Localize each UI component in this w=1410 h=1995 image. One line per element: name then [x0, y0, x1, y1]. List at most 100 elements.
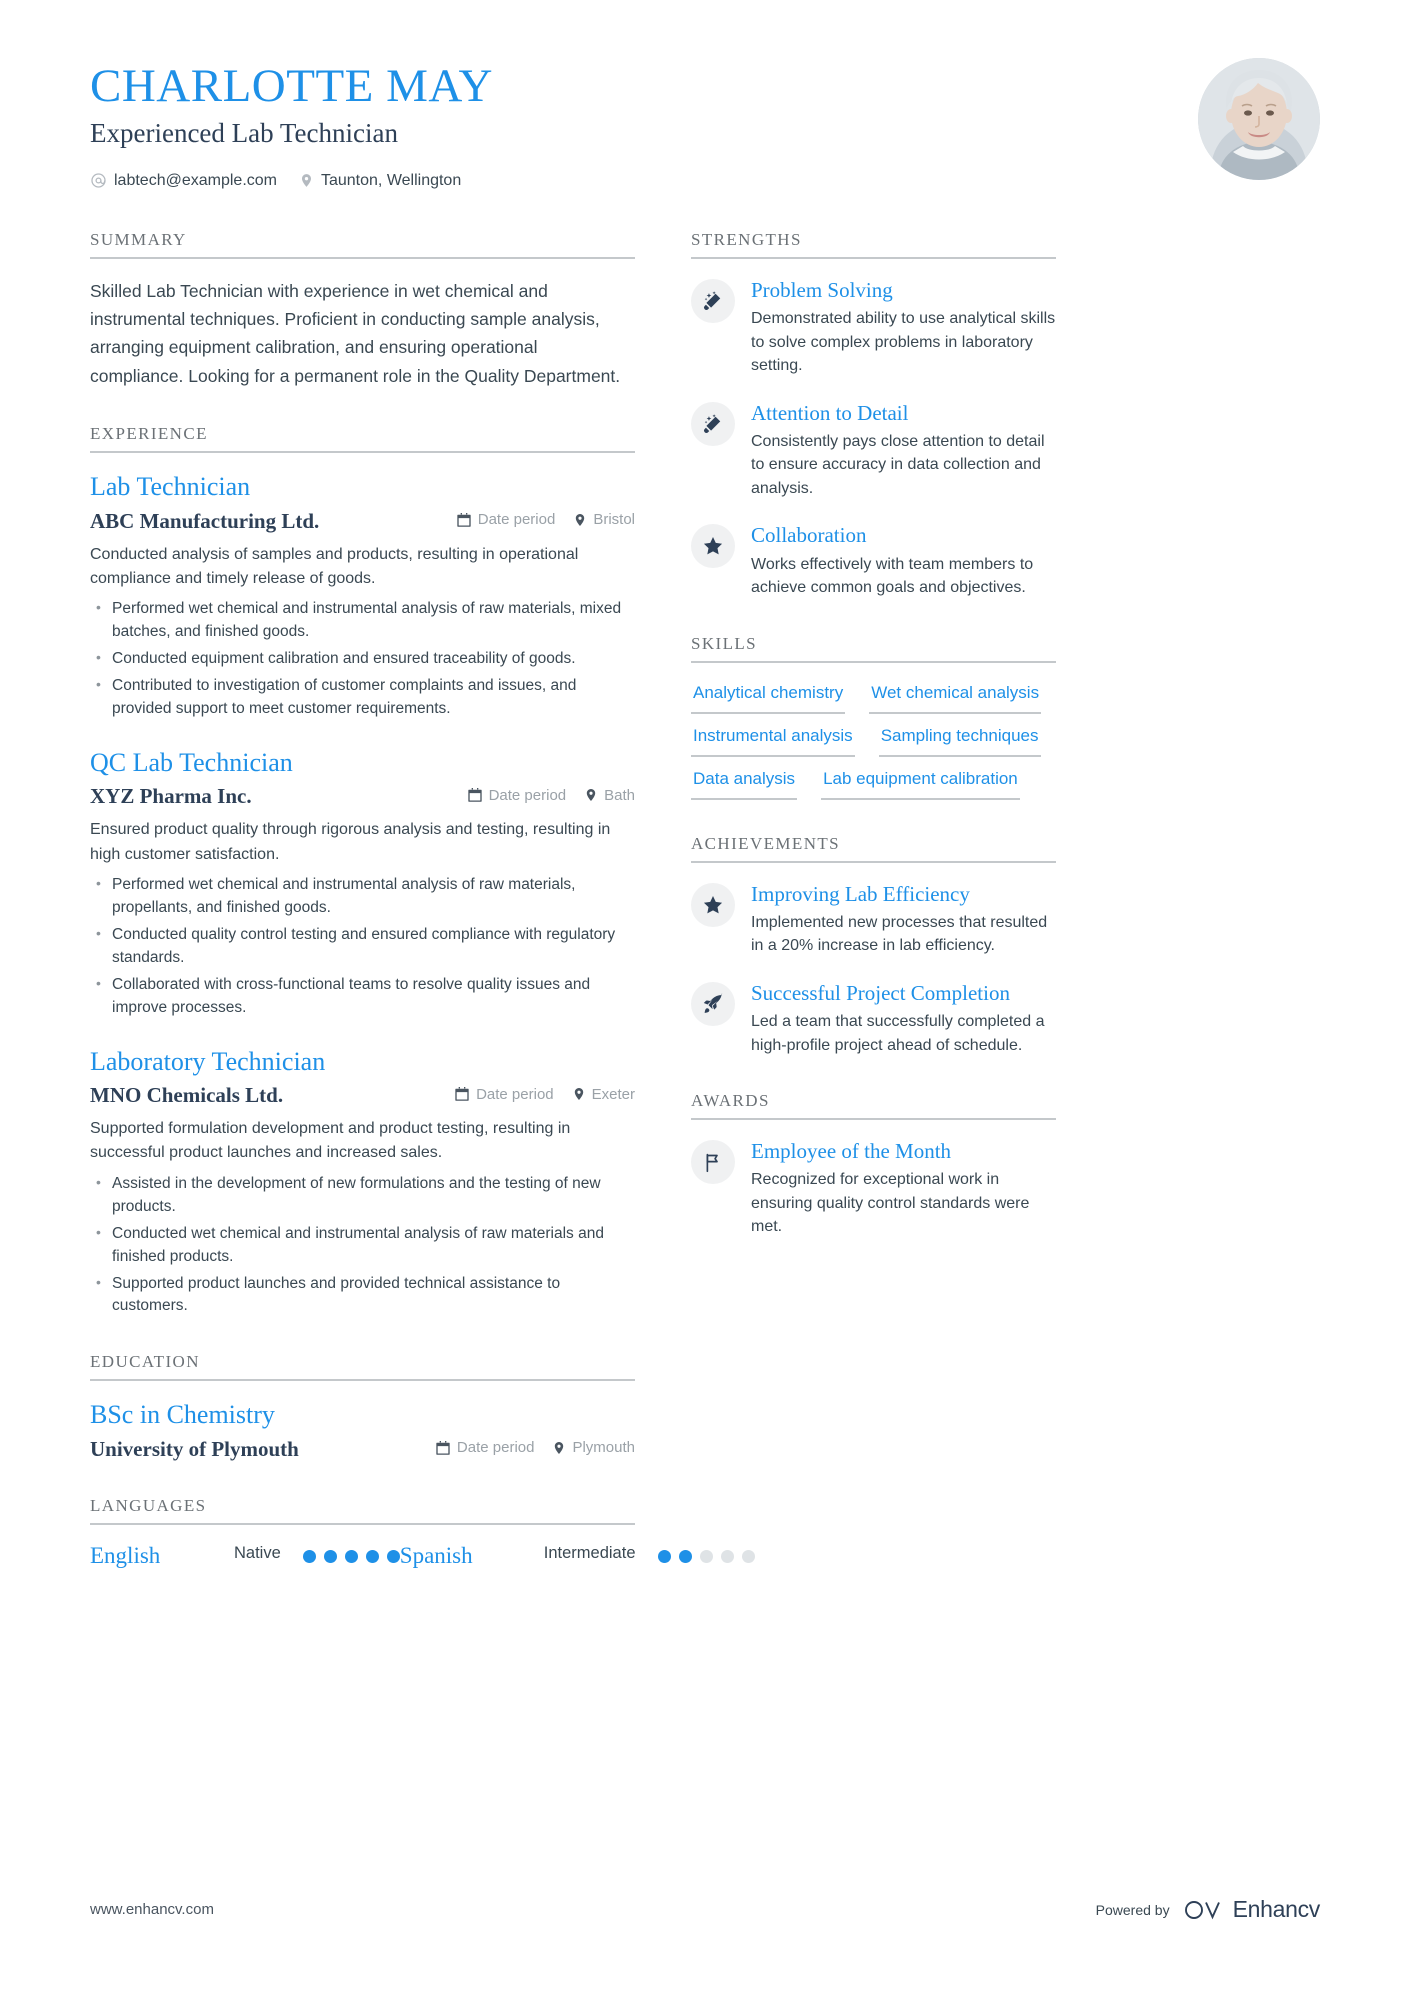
language-level: Native	[234, 1543, 281, 1562]
detail-entry-description: Works effectively with team members to a…	[751, 555, 1034, 597]
calendar-icon	[454, 1086, 470, 1102]
experience-meta: Date period Exeter	[454, 1086, 635, 1103]
experience-company: XYZ Pharma Inc.	[90, 784, 252, 809]
experience-company: MNO Chemicals Ltd.	[90, 1083, 284, 1108]
right-column: STRENGTHS Problem Solving Demonstrated a…	[691, 230, 1056, 1603]
skill-tag[interactable]: Instrumental analysis	[691, 724, 855, 757]
contact-email[interactable]: labtech@example.com	[90, 172, 277, 190]
education-meta: Date period Plymouth	[435, 1439, 635, 1456]
strengths-list: Problem Solving Demonstrated ability to …	[691, 259, 1056, 600]
experience-bullets: Performed wet chemical and instrumental …	[90, 597, 635, 721]
experience-role: Lab Technician	[90, 472, 251, 502]
experience-role: QC Lab Technician	[90, 747, 293, 777]
experience-location-text: Exeter	[591, 1085, 635, 1103]
contact-location: Taunton, Wellington	[299, 172, 461, 190]
left-column: SUMMARY Skilled Lab Technician with expe…	[90, 230, 755, 1603]
experience-bullet: Performed wet chemical and instrumental …	[90, 597, 635, 644]
section-languages: LANGUAGES English Native Spanish Interme…	[90, 1496, 755, 1569]
language-rating-dot	[657, 1549, 671, 1563]
avatar	[1198, 58, 1320, 180]
calendar-icon	[467, 787, 483, 803]
education-location-text: Plymouth	[572, 1439, 635, 1457]
map-pin-icon	[573, 512, 587, 528]
achievements-list: Improving Lab Efficiency Implemented new…	[691, 863, 1056, 1058]
detail-entry-body: Collaboration Works effectively with tea…	[751, 522, 1056, 599]
section-heading-languages: LANGUAGES	[90, 1496, 635, 1525]
skill-tag[interactable]: Lab equipment calibration	[821, 767, 1020, 800]
detail-entry-title: Employee of the Month	[751, 1139, 952, 1164]
detail-entry-body: Problem Solving Demonstrated ability to …	[751, 277, 1056, 378]
detail-entry-title: Successful Project Completion	[751, 980, 1010, 1005]
header-job-title: Experienced Lab Technician	[90, 118, 398, 149]
detail-entry: Problem Solving Demonstrated ability to …	[691, 277, 1056, 378]
skill-tag[interactable]: Wet chemical analysis	[869, 681, 1042, 714]
language-name: Spanish	[399, 1542, 473, 1568]
section-awards: AWARDS Employee of the Month Recognized …	[691, 1091, 1056, 1239]
experience-bullet: Performed wet chemical and instrumental …	[90, 873, 635, 920]
brand-logo: Enhancv	[1184, 1896, 1320, 1923]
education-date-text: Date period	[456, 1439, 535, 1457]
skill-tag[interactable]: Data analysis	[691, 767, 798, 800]
calendar-icon	[456, 512, 472, 528]
powered-by-label: Powered by	[1095, 1901, 1170, 1918]
language-rating-dot	[365, 1549, 379, 1563]
experience-company-line: XYZ Pharma Inc. Date period Bath	[90, 784, 635, 809]
education-degree: BSc in Chemistry	[90, 1400, 275, 1430]
section-strengths: STRENGTHS Problem Solving Demonstrated a…	[691, 230, 1056, 600]
skill-tag[interactable]: Analytical chemistry	[691, 681, 846, 714]
language-rating-dot	[302, 1549, 316, 1563]
map-pin-icon	[572, 1086, 586, 1102]
footer-brand-block: Powered by Enhancv	[1095, 1896, 1321, 1923]
experience-bullets: Performed wet chemical and instrumental …	[90, 873, 635, 1020]
experience-location: Bath	[584, 787, 635, 804]
education-list: BSc in Chemistry University of Plymouth …	[90, 1381, 635, 1462]
enhancv-logo-icon	[1184, 1897, 1224, 1923]
experience-description: Conducted analysis of samples and produc…	[90, 545, 579, 587]
language-name: English	[90, 1542, 161, 1568]
detail-entry-title: Collaboration	[751, 523, 867, 548]
detail-entry: Successful Project Completion Led a team…	[691, 980, 1056, 1057]
experience-role: Laboratory Technician	[90, 1046, 326, 1076]
brand-name: Enhancv	[1232, 1896, 1321, 1922]
section-heading-experience: EXPERIENCE	[90, 424, 635, 454]
page-footer: www.enhancv.com Powered by Enhancv	[90, 1896, 1320, 1923]
language-rating-dot	[386, 1549, 400, 1563]
detail-entry-description: Implemented new processes that resulted …	[751, 913, 1048, 955]
rocket-icon	[691, 981, 735, 1026]
section-summary: SUMMARY Skilled Lab Technician with expe…	[90, 230, 635, 390]
star-icon	[691, 882, 735, 927]
experience-date: Date period	[467, 786, 567, 804]
experience-bullet: Conducted wet chemical and instrumental …	[90, 1222, 635, 1269]
language-rating-dot	[344, 1549, 358, 1563]
experience-entry: QC Lab Technician XYZ Pharma Inc. Date p…	[90, 747, 635, 1020]
experience-location: Bristol	[573, 511, 635, 528]
magic-wand-icon	[691, 278, 735, 323]
footer-url[interactable]: www.enhancv.com	[90, 1901, 214, 1918]
summary-text: Skilled Lab Technician with experience i…	[90, 280, 621, 386]
language-rating-dot	[323, 1549, 337, 1563]
experience-date-text: Date period	[488, 786, 567, 804]
experience-entry: Lab Technician ABC Manufacturing Ltd. Da…	[90, 471, 635, 721]
magic-wand-icon	[691, 401, 735, 446]
experience-company: ABC Manufacturing Ltd.	[90, 508, 320, 533]
detail-entry-description: Recognized for exceptional work in ensur…	[751, 1171, 1030, 1236]
experience-entry: Laboratory Technician MNO Chemicals Ltd.…	[90, 1046, 635, 1319]
experience-meta: Date period Bristol	[456, 511, 635, 528]
section-heading-skills: SKILLS	[691, 634, 1056, 663]
detail-entry-description: Led a team that successfully completed a…	[751, 1013, 1045, 1054]
detail-entry-body: Successful Project Completion Led a team…	[751, 980, 1056, 1057]
contact-row: labtech@example.com Taunton, Wellington	[90, 172, 493, 190]
experience-location-text: Bristol	[593, 511, 635, 529]
experience-location: Exeter	[572, 1086, 635, 1103]
language-level: Intermediate	[543, 1543, 636, 1562]
languages-list: English Native Spanish Intermediate	[90, 1542, 755, 1569]
education-date: Date period	[435, 1439, 535, 1457]
section-heading-achievements: ACHIEVEMENTS	[691, 834, 1056, 863]
detail-entry-title: Improving Lab Efficiency	[751, 881, 970, 906]
experience-bullet: Collaborated with cross-functional teams…	[90, 973, 635, 1020]
detail-entry: Improving Lab Efficiency Implemented new…	[691, 881, 1056, 958]
experience-description: Ensured product quality through rigorous…	[90, 821, 611, 863]
language-rating	[302, 1543, 400, 1563]
skill-tag[interactable]: Sampling techniques	[878, 724, 1041, 757]
detail-entry-title: Problem Solving	[751, 277, 893, 302]
